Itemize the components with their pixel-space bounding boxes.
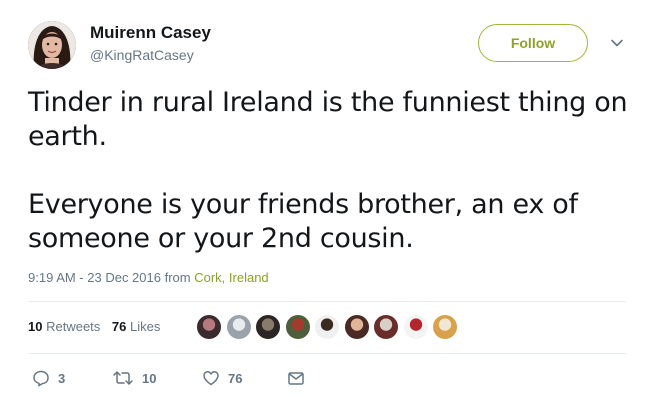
liker-avatar[interactable] [255, 314, 281, 340]
tweet-text: Tinder in rural Ireland is the funniest … [28, 87, 628, 254]
liker-avatar[interactable] [432, 314, 458, 340]
user-names: Muirenn Casey @KingRatCasey [90, 23, 211, 64]
liker-avatar[interactable] [225, 314, 252, 340]
likes-label: Likes [130, 319, 161, 334]
liker-avatar[interactable] [373, 314, 399, 340]
from-label: from [164, 270, 191, 285]
tweet-header: Muirenn Casey @KingRatCasey Follow [28, 21, 628, 69]
user-handle[interactable]: @KingRatCasey [90, 46, 211, 64]
avatar[interactable] [28, 21, 76, 69]
user-fullname[interactable]: Muirenn Casey [90, 23, 211, 43]
liker-avatar[interactable] [402, 314, 429, 340]
reply-count: 3 [58, 370, 66, 386]
direct-message-button[interactable] [287, 368, 305, 388]
likes-stat[interactable]: 76 Likes [112, 319, 160, 334]
tweet-location[interactable]: Cork, Ireland [194, 270, 268, 285]
divider [28, 353, 626, 354]
heart-icon [203, 371, 219, 386]
retweets-count: 10 [28, 319, 43, 334]
tweet-metadata: 9:19 AM - 23 Dec 2016 from Cork, Ireland [28, 269, 269, 287]
tweet-timestamp[interactable]: 9:19 AM - 23 Dec 2016 [28, 270, 161, 285]
envelope-icon [288, 372, 304, 385]
retweets-stat[interactable]: 10 Retweets [28, 319, 100, 334]
liker-avatar[interactable] [284, 314, 311, 340]
reply-button[interactable]: 3 [32, 368, 65, 388]
follow-button[interactable]: Follow [478, 24, 588, 62]
likes-count: 76 [111, 319, 127, 334]
liker-avatar[interactable] [343, 314, 370, 340]
liker-avatar[interactable] [314, 314, 340, 340]
tweet-stats: 10 Retweets 76 Likes [28, 318, 160, 336]
retweets-label: Retweets [46, 319, 101, 334]
liker-avatar[interactable] [196, 314, 222, 340]
retweet-icon [113, 371, 133, 385]
chevron-down-icon[interactable] [609, 35, 625, 51]
reply-icon [33, 370, 49, 387]
avatar-image [28, 21, 76, 69]
divider [28, 301, 626, 302]
retweet-count: 10 [142, 370, 157, 386]
tweet-card: Muirenn Casey @KingRatCasey Follow Tinde… [0, 0, 650, 407]
like-button[interactable]: 76 [202, 368, 242, 388]
like-count: 76 [228, 370, 243, 386]
retweet-button[interactable]: 10 [112, 368, 156, 388]
